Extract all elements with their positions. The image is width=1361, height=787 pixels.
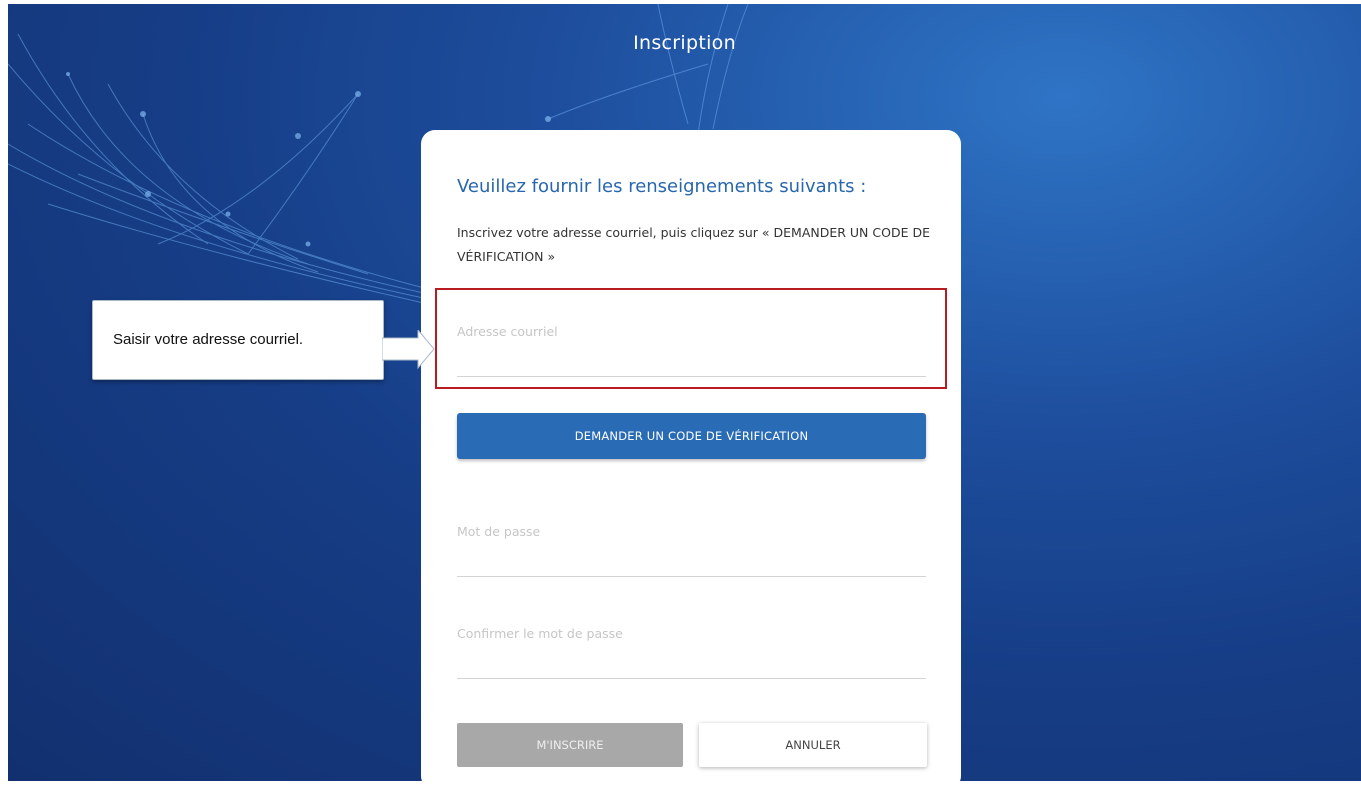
cancel-button[interactable]: ANNULER <box>699 723 927 767</box>
email-field[interactable] <box>457 316 926 376</box>
request-verification-code-button[interactable]: DEMANDER UN CODE DE VÉRIFICATION <box>457 413 926 459</box>
signup-form-card: Veuillez fournir les renseignements suiv… <box>421 130 961 781</box>
confirm-password-field-container <box>457 618 926 679</box>
form-instructions: Inscrivez votre adresse courriel, puis c… <box>457 225 930 264</box>
password-field[interactable] <box>457 516 926 576</box>
page-title: Inscription <box>633 32 736 54</box>
callout-arrow-icon <box>382 330 435 370</box>
signup-button[interactable]: M'INSCRIRE <box>457 723 683 767</box>
form-heading: Veuillez fournir les renseignements suiv… <box>457 176 867 197</box>
page-background: Inscription Veuillez fournir les renseig… <box>8 4 1361 781</box>
tutorial-callout: Saisir votre adresse courriel. <box>92 300 384 380</box>
confirm-password-field[interactable] <box>457 618 926 678</box>
callout-text: Saisir votre adresse courriel. <box>113 331 304 348</box>
password-field-container <box>457 516 926 577</box>
email-field-container <box>457 316 926 377</box>
